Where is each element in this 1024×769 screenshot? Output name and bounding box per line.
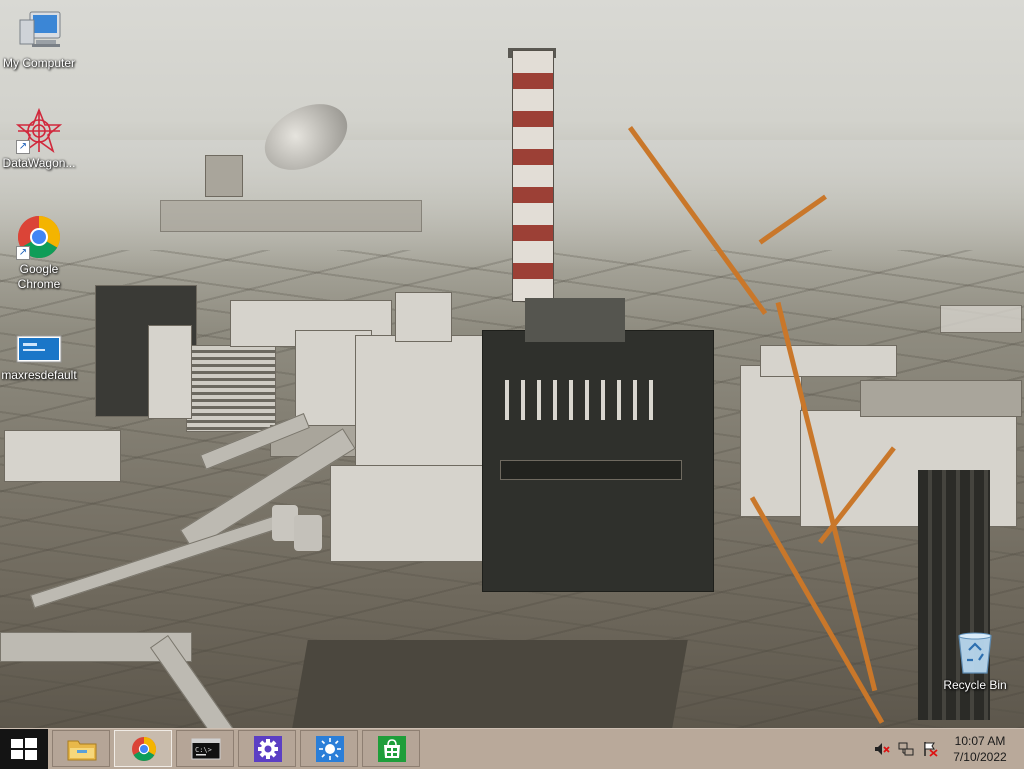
shortcut-arrow-icon: ↗: [16, 140, 30, 154]
svg-text:C:\>: C:\>: [195, 746, 212, 754]
desktop-icon-label: Google Chrome: [17, 262, 61, 291]
wallpaper-reactor-roof: [525, 298, 625, 342]
taskbar-file-explorer-button[interactable]: [52, 730, 110, 767]
start-button[interactable]: [0, 729, 48, 769]
folder-icon: [67, 736, 97, 762]
taskbar-store-button[interactable]: [362, 730, 420, 767]
taskbar-command-prompt-button[interactable]: C:\>: [176, 730, 234, 767]
clock-date: 7/10/2022: [953, 750, 1007, 764]
wallpaper-annex: [330, 465, 492, 562]
desktop-icon-label: DataWagon...: [2, 156, 76, 170]
wallpaper-low-building: [4, 430, 121, 482]
sun-icon: [315, 736, 345, 762]
clock-time: 10:07 AM: [954, 734, 1006, 748]
system-tray: [860, 729, 940, 769]
chrome-icon: ↗: [16, 214, 62, 260]
gear-icon: [253, 736, 283, 762]
desktop-icon-google-chrome[interactable]: ↗ Google Chrome: [0, 214, 78, 292]
taskbar-clock[interactable]: 10:07 AM 7/10/2022: [944, 733, 1016, 765]
wallpaper-tank: [294, 515, 322, 551]
chrome-icon: [129, 736, 159, 762]
wallpaper-building: [148, 325, 192, 419]
desktop-icon-maxresdefault[interactable]: maxresdefault: [0, 330, 78, 383]
wallpaper-building: [860, 380, 1022, 417]
network-icon[interactable]: [898, 741, 914, 757]
desktop-icon-label: maxresdefault: [1, 368, 77, 382]
wallpaper-turbine-hall: [355, 335, 487, 467]
desktop-wallpaper: [0, 0, 1024, 728]
wallpaper-distant-block: [940, 305, 1022, 333]
action-center-icon[interactable]: [922, 741, 938, 757]
wallpaper-building: [760, 345, 897, 377]
taskbar-settings-button[interactable]: [238, 730, 296, 767]
wallpaper-distant-tower: [205, 155, 243, 197]
taskbar-chrome-button[interactable]: [114, 730, 172, 767]
taskbar-weather-button[interactable]: [300, 730, 358, 767]
taskbar: C:\> 10:07 AM 7/10/2022: [0, 728, 1024, 769]
shortcut-arrow-icon: ↗: [16, 246, 30, 260]
desktop-icon-my-computer[interactable]: My Computer: [0, 8, 78, 71]
store-icon: [377, 736, 407, 762]
wallpaper-reactor-ribs: [505, 380, 655, 420]
desktop-icon-label: My Computer: [2, 56, 76, 70]
volume-muted-icon[interactable]: [874, 741, 890, 757]
computer-icon: [16, 8, 62, 54]
image-file-icon: [16, 330, 62, 366]
desktop-icon-recycle-bin[interactable]: Recycle Bin: [936, 630, 1014, 693]
wallpaper-ventilation-stack: [512, 50, 554, 302]
cmd-icon: C:\>: [191, 736, 221, 762]
wallpaper-reactor-ledge: [500, 460, 682, 480]
wallpaper-building: [395, 292, 452, 342]
desktop-icon-label: Recycle Bin: [943, 678, 1007, 692]
wallpaper-distant-block: [160, 200, 422, 232]
wallpaper-foreground-roof: [292, 640, 688, 728]
recycle-bin-icon: [952, 630, 998, 676]
windows-logo-icon: [11, 738, 37, 760]
datawagon-icon: ↗: [15, 107, 63, 154]
wallpaper-building: [740, 365, 802, 517]
desktop-icon-datawagon[interactable]: ↗ DataWagon...: [0, 107, 78, 171]
wallpaper-office-building: [186, 345, 276, 432]
